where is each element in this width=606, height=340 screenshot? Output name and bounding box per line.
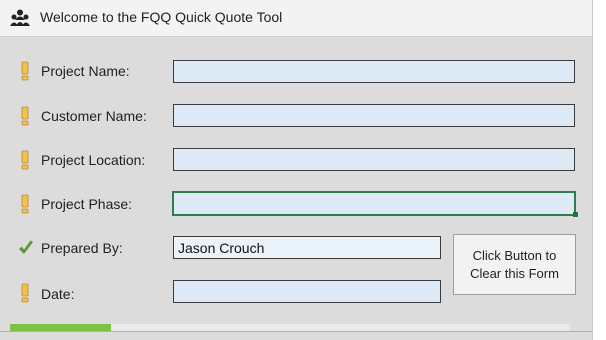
project-phase-input[interactable] (172, 191, 576, 216)
progress-bar-fill (10, 324, 111, 331)
date-input[interactable] (173, 280, 441, 303)
checkmark-icon (19, 240, 33, 254)
prepared-by-input[interactable] (173, 236, 441, 259)
project-phase-label: Project Phase: (41, 196, 133, 212)
quote-form-panel: Welcome to the FQQ Quick Quote Tool Proj… (0, 0, 593, 340)
divider (0, 331, 592, 332)
clear-form-button[interactable]: Click Button to Clear this Form (453, 234, 576, 295)
date-label: Date: (41, 286, 75, 302)
people-group-icon (10, 9, 30, 26)
exclamation-icon (21, 194, 29, 214)
exclamation-icon (21, 61, 29, 81)
project-name-label: Project Name: (41, 63, 130, 79)
cell-fill-handle[interactable] (573, 212, 578, 217)
project-name-input[interactable] (173, 60, 575, 83)
progress-bar (10, 324, 570, 331)
customer-name-input[interactable] (173, 104, 575, 127)
app-title: Welcome to the FQQ Quick Quote Tool (40, 9, 283, 25)
project-location-label: Project Location: (41, 152, 146, 168)
project-location-input[interactable] (173, 148, 575, 171)
exclamation-icon (21, 106, 29, 126)
customer-name-label: Customer Name: (41, 108, 147, 124)
exclamation-icon (21, 283, 29, 303)
title-bar: Welcome to the FQQ Quick Quote Tool (0, 0, 592, 37)
exclamation-icon (21, 150, 29, 170)
prepared-by-label: Prepared By: (41, 240, 123, 256)
